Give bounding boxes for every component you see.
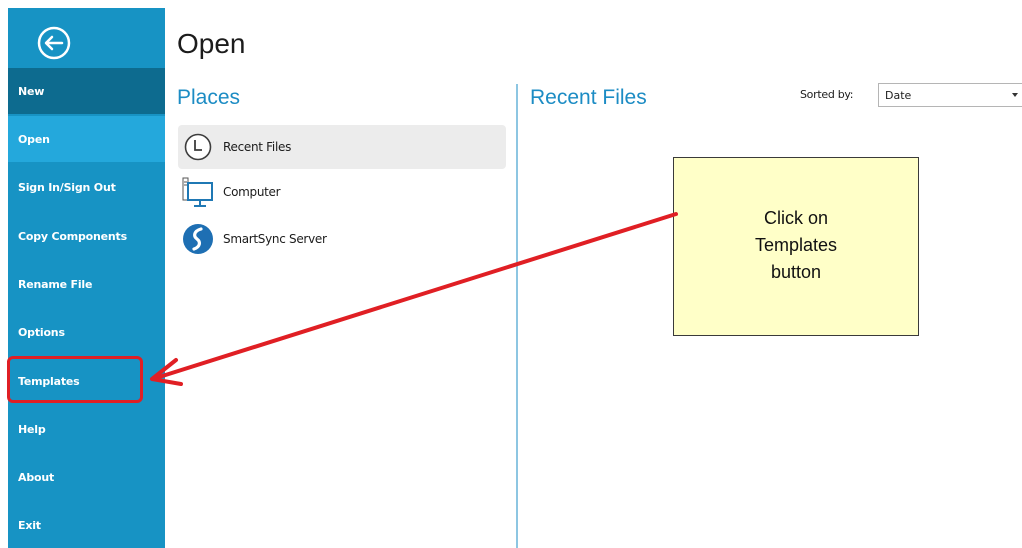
callout-line-2: Templates	[754, 235, 838, 255]
clock-icon	[181, 130, 215, 164]
sorted-by-label: Sorted by:	[800, 88, 854, 101]
callout-line-1: Click on	[763, 208, 829, 228]
page-title: Open	[177, 28, 246, 59]
sort-dropdown[interactable]: Date	[878, 83, 1022, 107]
pane-divider	[516, 84, 518, 548]
sidebar-item-open[interactable]: Open	[8, 116, 165, 162]
templates-highlight-box	[7, 356, 143, 403]
chevron-down-icon[interactable]	[1012, 93, 1018, 97]
sort-value: Date	[885, 88, 912, 102]
place-computer[interactable]: Computer	[178, 170, 506, 214]
smartsync-icon	[181, 222, 215, 256]
sidebar-item-help[interactable]: Help	[8, 406, 165, 452]
callout-line-3: button	[770, 262, 822, 282]
recent-files-heading: Recent Files	[530, 86, 647, 109]
sidebar-item-rename-file[interactable]: Rename File	[8, 261, 165, 307]
sidebar-item-about[interactable]: About	[8, 454, 165, 500]
places-heading: Places	[177, 86, 241, 109]
place-label: SmartSync Server	[223, 232, 327, 246]
backstage-sidebar: New Open Sign In/Sign Out Copy Component…	[8, 8, 165, 548]
place-recent-files[interactable]: Recent Files	[178, 125, 506, 169]
sidebar-item-sign-in-out[interactable]: Sign In/Sign Out	[8, 164, 165, 210]
sidebar-item-copy-components[interactable]: Copy Components	[8, 213, 165, 259]
sidebar-item-options[interactable]: Options	[8, 309, 165, 355]
sidebar-item-exit[interactable]: Exit	[8, 502, 165, 548]
place-smartsync-server[interactable]: SmartSync Server	[178, 217, 506, 261]
computer-icon	[181, 175, 215, 209]
place-label: Recent Files	[223, 140, 292, 154]
place-label: Computer	[223, 185, 281, 199]
sidebar-item-new[interactable]: New	[8, 68, 165, 114]
instruction-callout: Click on Templates button	[673, 157, 919, 336]
back-arrow-icon[interactable]	[37, 26, 71, 60]
